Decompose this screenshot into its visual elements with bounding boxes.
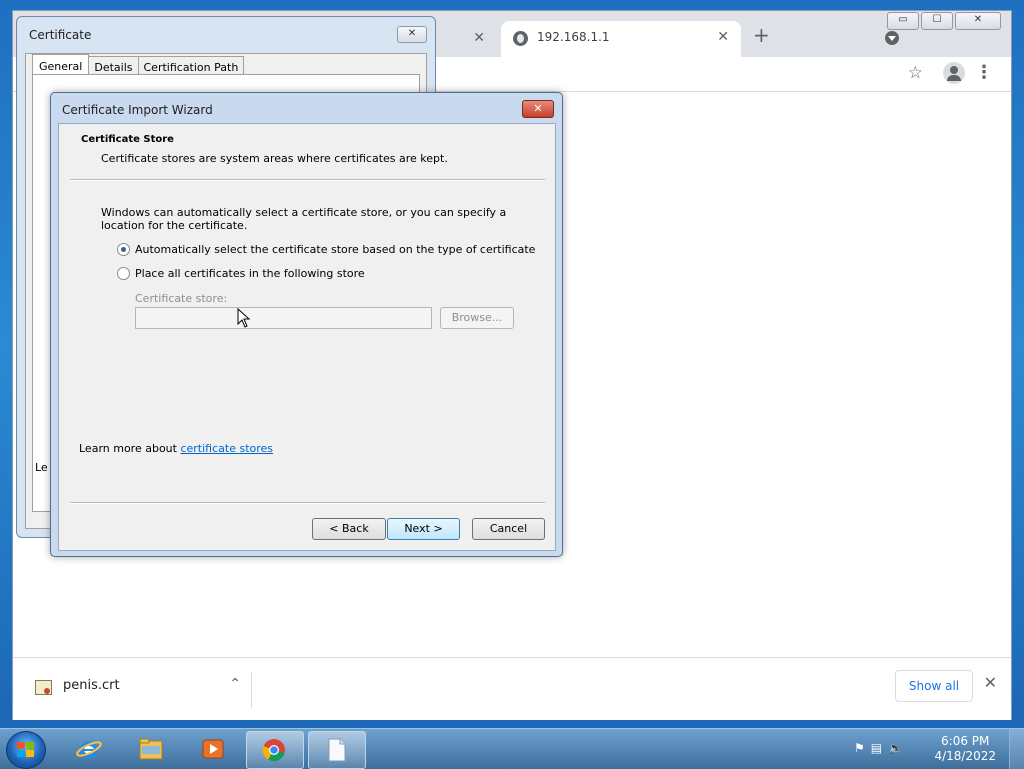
- folder-icon: [139, 738, 163, 760]
- certificate-partial-text: Le: [35, 461, 48, 474]
- close-icon: ✕: [407, 28, 417, 39]
- tab-close-icon[interactable]: ✕: [473, 30, 485, 46]
- minimize-icon: ▭: [898, 14, 908, 25]
- cancel-button[interactable]: Cancel: [472, 518, 545, 540]
- globe-icon: [513, 31, 528, 46]
- close-window-button[interactable]: ✕: [955, 12, 1001, 30]
- blank-document-icon: [328, 738, 346, 762]
- chrome-icon: [262, 739, 285, 762]
- media-player-icon: [202, 739, 224, 759]
- tab-search-icon[interactable]: [885, 31, 899, 45]
- taskbar-chrome[interactable]: [246, 731, 304, 769]
- close-icon: ✕: [533, 102, 543, 115]
- clock-time: 6:06 PM: [941, 734, 990, 748]
- network-icon[interactable]: ▤: [871, 741, 888, 755]
- show-all-button[interactable]: Show all: [895, 670, 973, 702]
- taskbar-media-player[interactable]: [186, 731, 242, 767]
- action-center-flag-icon[interactable]: ⚑: [854, 741, 871, 755]
- system-tray: ⚑▤🔈 6:06 PM 4/18/2022: [854, 729, 1024, 769]
- profile-avatar-icon[interactable]: [943, 62, 965, 84]
- option-place-in-store-label: Place all certificates in the following …: [135, 267, 365, 280]
- certificate-stores-link[interactable]: certificate stores: [180, 442, 273, 455]
- volume-icon[interactable]: 🔈: [888, 741, 909, 755]
- next-button[interactable]: Next >: [387, 518, 460, 540]
- wizard-close-button[interactable]: ✕: [522, 100, 554, 118]
- chevron-up-icon[interactable]: ⌃: [229, 676, 241, 692]
- tab-title: 192.168.1.1: [537, 30, 610, 44]
- option-auto-select-label: Automatically select the certificate sto…: [135, 243, 536, 256]
- certificate-title: Certificate: [29, 28, 92, 42]
- option-auto-select[interactable]: Automatically select the certificate sto…: [117, 243, 535, 256]
- taskbar-document[interactable]: [308, 731, 366, 769]
- show-desktop-button[interactable]: [1009, 729, 1024, 769]
- back-button[interactable]: < Back: [312, 518, 386, 540]
- certificate-close-button[interactable]: ✕: [397, 26, 427, 43]
- window-controls: ▭ ☐ ✕: [887, 12, 1001, 30]
- windows-logo-icon: [17, 742, 35, 758]
- intro-text: Windows can automatically select a certi…: [101, 206, 507, 232]
- taskbar: ⚑▤🔈 6:06 PM 4/18/2022: [0, 728, 1024, 769]
- download-bar: penis.crt ⌃ Show all ✕: [13, 657, 1011, 720]
- wizard-title: Certificate Import Wizard: [62, 103, 213, 117]
- store-label: Certificate store:: [135, 292, 228, 305]
- section-title: Certificate Store: [81, 134, 174, 145]
- maximize-button[interactable]: ☐: [921, 12, 953, 30]
- close-download-bar-icon[interactable]: ✕: [984, 673, 997, 692]
- tray-icons: ⚑▤🔈: [854, 741, 909, 755]
- start-button[interactable]: [6, 731, 46, 769]
- clock-date: 4/18/2022: [934, 749, 996, 763]
- section-description: Certificate stores are system areas wher…: [101, 152, 448, 165]
- taskbar-internet-explorer[interactable]: [62, 731, 118, 767]
- internet-explorer-icon: [76, 741, 102, 759]
- download-file-name: penis.crt: [63, 678, 120, 693]
- import-wizard-dialog: Certificate Import Wizard ✕ Certificate …: [50, 92, 563, 557]
- option-place-in-store[interactable]: Place all certificates in the following …: [117, 267, 365, 280]
- divider: [70, 179, 545, 181]
- minimize-button[interactable]: ▭: [887, 12, 919, 30]
- clock[interactable]: 6:06 PM 4/18/2022: [934, 734, 996, 764]
- learn-more-prefix: Learn more about: [79, 442, 181, 455]
- tab-active[interactable]: 192.168.1.1 ✕: [501, 21, 741, 57]
- certificate-store-field: [135, 307, 432, 329]
- close-icon: ✕: [973, 14, 983, 25]
- menu-kebab-icon[interactable]: ⋮: [975, 62, 993, 83]
- divider: [70, 502, 545, 504]
- radio-place-in-store[interactable]: [117, 267, 130, 280]
- wizard-body: Certificate Store Certificate stores are…: [58, 123, 556, 551]
- new-tab-button[interactable]: +: [753, 25, 770, 45]
- tab-close-icon[interactable]: ✕: [717, 29, 729, 45]
- bookmark-star-icon[interactable]: ☆: [908, 63, 923, 83]
- taskbar-windows-explorer[interactable]: [124, 731, 180, 767]
- browse-button: Browse...: [440, 307, 514, 329]
- download-item[interactable]: penis.crt ⌃: [33, 672, 252, 708]
- certificate-titlebar: Certificate ✕: [17, 17, 435, 51]
- learn-more-text: Learn more about certificate stores: [79, 442, 273, 455]
- maximize-icon: ☐: [932, 14, 942, 25]
- certificate-file-icon: [35, 680, 52, 695]
- radio-auto-select[interactable]: [117, 243, 130, 256]
